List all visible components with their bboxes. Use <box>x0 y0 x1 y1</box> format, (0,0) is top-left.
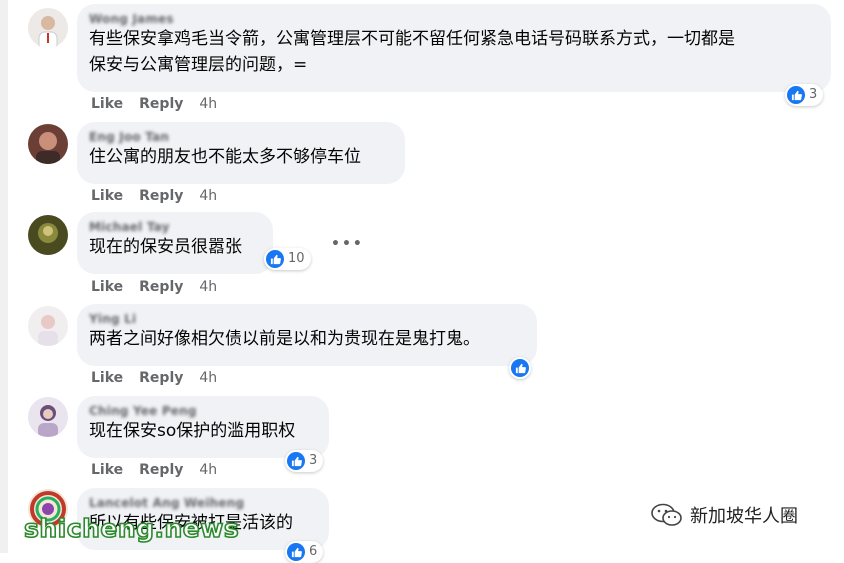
like-icon <box>287 452 305 470</box>
timestamp[interactable]: 4h <box>199 370 217 386</box>
comment-bubble: Wong James 有些保安拿鸡毛当令箭，公寓管理层不可能不留任何紧急电话号码… <box>77 4 831 92</box>
comment-text: 两者之间好像相欠债以前是以和为贵现在是鬼打鬼。 <box>89 329 480 349</box>
timestamp[interactable]: 4h <box>199 188 217 204</box>
reaction-count[interactable]: 3 <box>285 450 324 472</box>
more-options-icon[interactable]: ••• <box>331 236 364 252</box>
avatar[interactable] <box>28 8 68 48</box>
avatar[interactable] <box>28 215 68 255</box>
comment-author[interactable]: Ching Yee Peng <box>89 404 317 418</box>
reaction-count[interactable] <box>509 357 531 379</box>
comment-bubble: Eng Joo Tan 住公寓的朋友也不能太多不够停车位 <box>77 122 405 184</box>
comment-author[interactable]: Lancelot Ang Weiheng <box>89 496 317 510</box>
like-icon <box>511 359 529 377</box>
comment-actions: Like Reply 4h <box>91 279 233 295</box>
comment-author[interactable]: Ying Li <box>89 312 525 326</box>
comment-actions: Like Reply 4h <box>91 370 233 386</box>
left-edge-panel <box>0 0 8 553</box>
wechat-account-name: 新加坡华人圈 <box>690 506 798 527</box>
comment-actions: Like Reply 4h <box>91 188 233 204</box>
avatar[interactable] <box>28 397 68 437</box>
comment-text: 有些保安拿鸡毛当令箭，公寓管理层不可能不留任何紧急电话号码联系方式，一切都是 保… <box>89 29 735 75</box>
timestamp[interactable]: 4h <box>199 462 217 478</box>
comment-author[interactable]: Michael Tay <box>89 220 261 234</box>
comment-actions: Like Reply 4h <box>91 462 233 478</box>
like-button[interactable]: Like <box>91 279 123 295</box>
like-button[interactable]: Like <box>91 96 123 112</box>
reaction-count[interactable]: 10 <box>264 248 311 270</box>
comment-actions: Like Reply 4h <box>91 96 233 112</box>
reply-button[interactable]: Reply <box>139 279 183 295</box>
like-button[interactable]: Like <box>91 462 123 478</box>
comment-text: 现在的保安员很嚣张 <box>89 237 242 257</box>
wechat-icon <box>651 503 682 526</box>
site-watermark: shicheng.news <box>23 513 240 544</box>
reply-button[interactable]: Reply <box>139 188 183 204</box>
avatar[interactable] <box>28 306 68 346</box>
timestamp[interactable]: 4h <box>199 96 217 112</box>
comment-text: 住公寓的朋友也不能太多不够停车位 <box>89 147 361 167</box>
reaction-count[interactable]: 3 <box>785 84 824 106</box>
comment-bubble: Michael Tay 现在的保安员很嚣张 <box>77 212 273 274</box>
reply-button[interactable]: Reply <box>139 370 183 386</box>
reply-button[interactable]: Reply <box>139 96 183 112</box>
comment-bubble: Ying Li 两者之间好像相欠债以前是以和为贵现在是鬼打鬼。 <box>77 304 537 366</box>
timestamp[interactable]: 4h <box>199 279 217 295</box>
reply-button[interactable]: Reply <box>139 462 183 478</box>
like-icon <box>266 250 284 268</box>
wechat-account-badge: 新加坡华人圈 <box>650 502 798 528</box>
comment-author[interactable]: Eng Joo Tan <box>89 130 393 144</box>
like-icon <box>787 86 805 104</box>
like-button[interactable]: Like <box>91 370 123 386</box>
like-icon <box>287 543 305 561</box>
reaction-count[interactable]: 6 <box>285 541 324 563</box>
comment-bubble: Ching Yee Peng 现在保安so保护的滥用职权 <box>77 396 329 458</box>
like-button[interactable]: Like <box>91 188 123 204</box>
comment-author[interactable]: Wong James <box>89 12 819 26</box>
avatar[interactable] <box>28 124 68 164</box>
comment-text: 现在保安so保护的滥用职权 <box>89 421 296 441</box>
